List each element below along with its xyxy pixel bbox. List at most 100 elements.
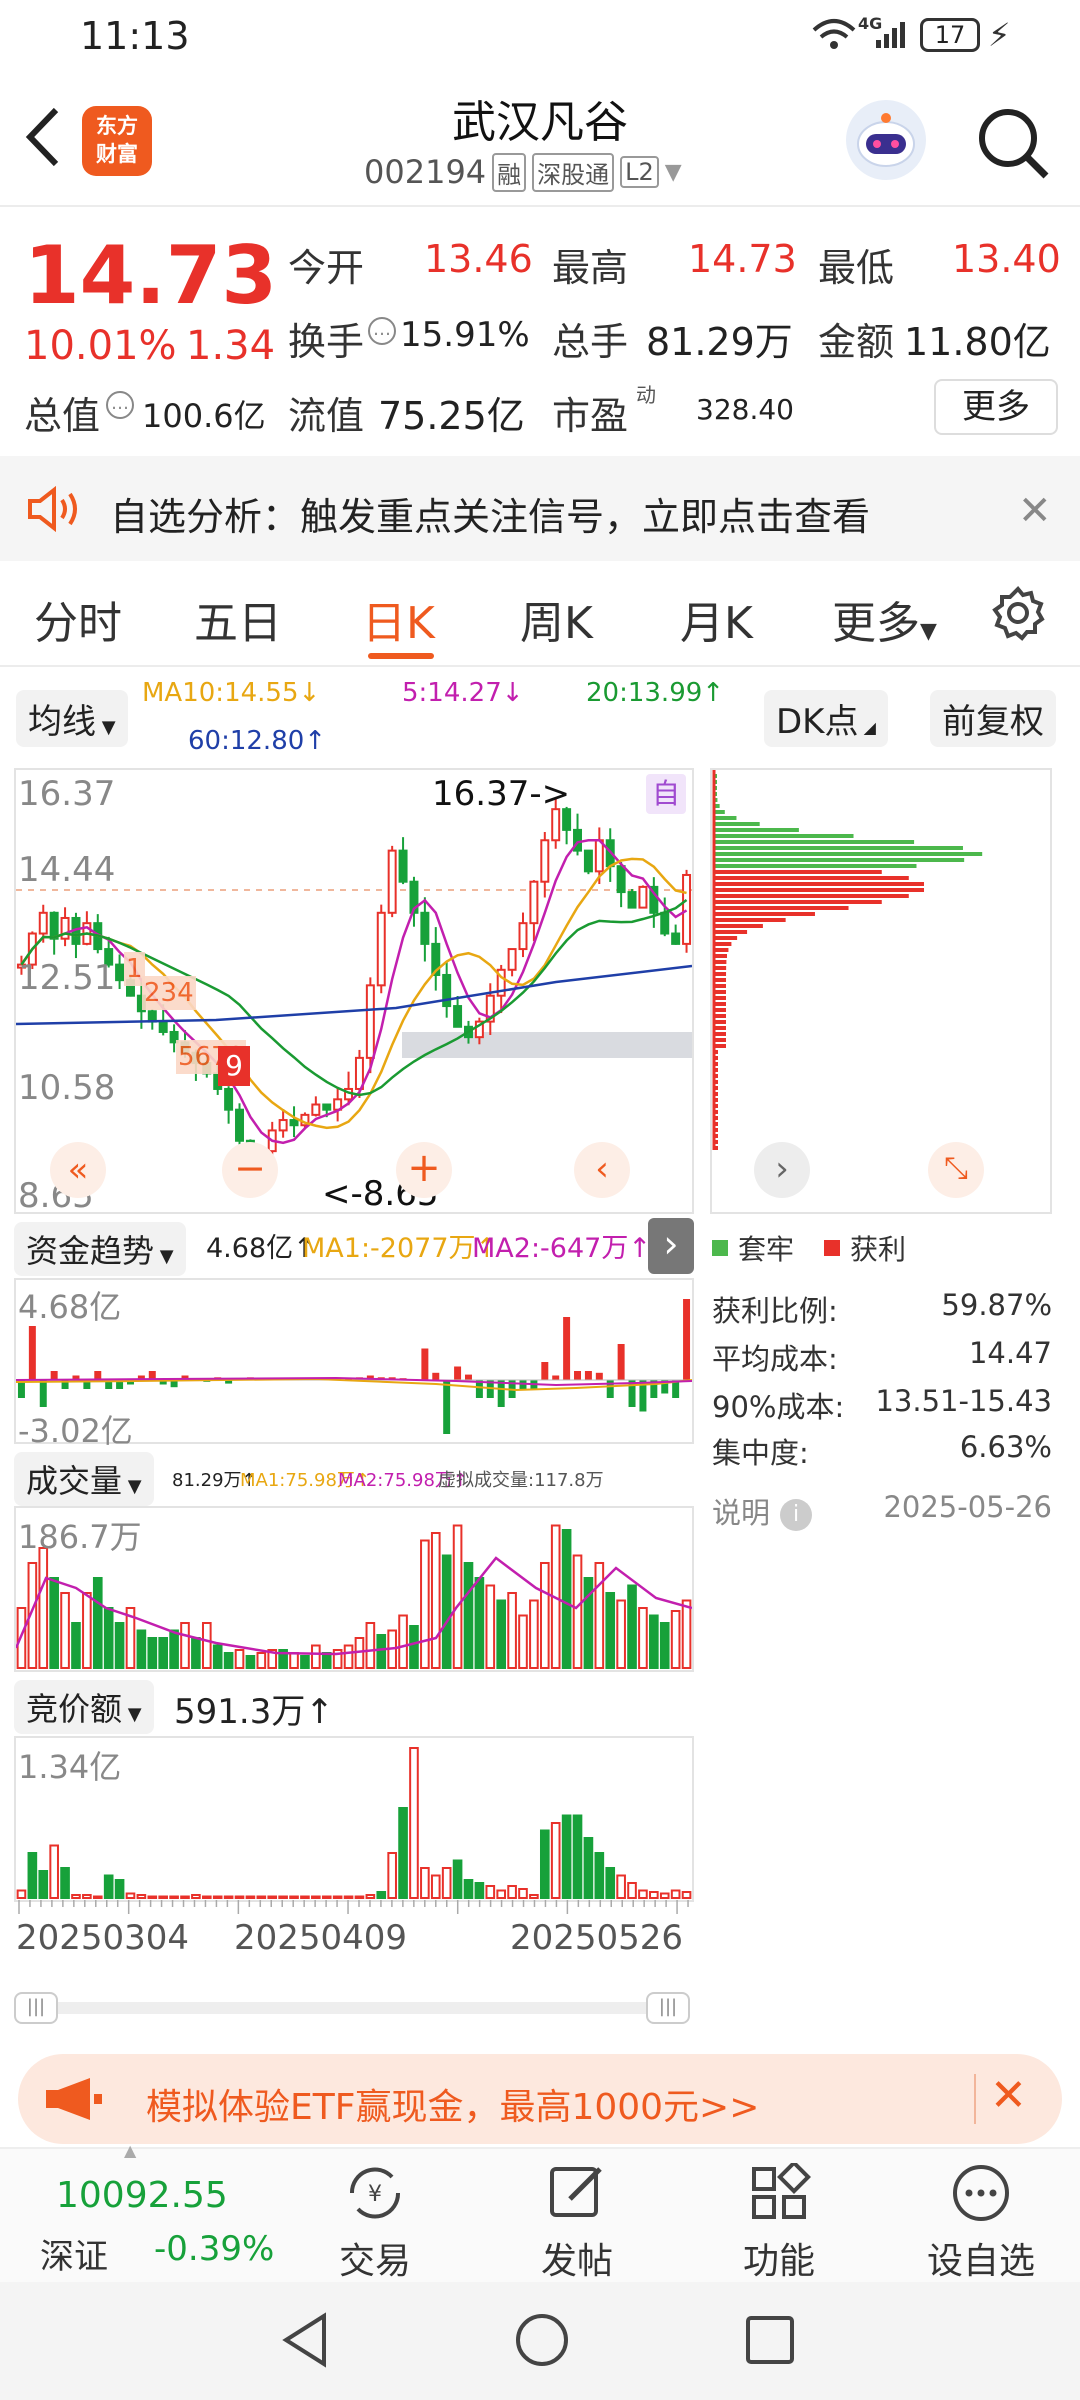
robot-avatar-icon[interactable] (846, 100, 926, 180)
scroll-left-fast-icon[interactable]: « (50, 1142, 106, 1198)
gear-icon[interactable] (990, 585, 1046, 645)
auction-bar (670, 1889, 681, 1899)
back-triangle-icon[interactable] (280, 2312, 330, 2372)
ad-banner[interactable]: 模拟体验ETF赢现金，最高1000元>> ✕ (18, 2054, 1062, 2144)
chip-bar (714, 936, 738, 940)
corner-caret-icon: ◢ (858, 718, 876, 737)
auction-bar (354, 1895, 365, 1899)
scroll-right-icon[interactable]: › (754, 1142, 810, 1198)
legend-swatch-locked (712, 1240, 728, 1256)
indicator-select[interactable]: 均线 ▼ (16, 690, 128, 747)
dk-point-button[interactable]: DK点 ◢ (764, 690, 888, 747)
recents-square-icon[interactable] (744, 2314, 796, 2370)
chip-bar (714, 924, 763, 928)
zoom-in-icon[interactable]: + (396, 1142, 452, 1198)
nav-add-watch-label: 设自选 (926, 2241, 1035, 2282)
index-name[interactable]: 深证 (40, 2229, 108, 2278)
amount-label: 金额 (818, 320, 895, 364)
volume-bar (441, 1554, 452, 1669)
volume-select[interactable]: 成交量 ▼ (14, 1452, 154, 1506)
volume-bar (49, 1577, 59, 1669)
close-icon[interactable]: ✕ (990, 2070, 1027, 2121)
auction-bar (550, 1822, 561, 1899)
adjust-button[interactable]: 前复权 (930, 690, 1056, 747)
volume-bar (147, 1637, 158, 1669)
auction-bar (256, 1895, 267, 1899)
tab-weekly-k[interactable]: 周K (520, 587, 593, 651)
signal-number: 1 (126, 954, 143, 984)
fund-trend-select[interactable]: 资金趋势 ▼ (14, 1222, 186, 1276)
more-info-icon[interactable]: … (368, 317, 396, 345)
fund-trend-chart: 4.68亿 -3.02亿 (14, 1278, 694, 1450)
signal-notice[interactable]: 自选分析：触发重点关注信号，立即点击查看 ✕ (0, 456, 1080, 561)
chip-note-row[interactable]: 说明 i 2025-05-26 (712, 1490, 1052, 1532)
y-tick: 4.68亿 (18, 1288, 122, 1326)
tab-intraday[interactable]: 分时 (34, 587, 122, 651)
status-bar: 11:13 4G 17 ⚡ (0, 0, 1080, 72)
volume-bar (223, 1652, 234, 1669)
volume-bar (605, 1592, 616, 1669)
expand-icon[interactable]: ⤡ (928, 1142, 984, 1198)
close-icon[interactable]: ✕ (1018, 488, 1052, 534)
volume-bar (561, 1529, 572, 1669)
scroll-left-icon[interactable]: ‹ (574, 1142, 630, 1198)
turnover-value: 15.91% (400, 315, 530, 355)
tab-daily-k[interactable]: 日K (362, 587, 435, 651)
fund-bar (574, 1371, 582, 1380)
volume-bar (82, 1592, 92, 1669)
change-percent: 10.01% (24, 323, 177, 369)
index-change[interactable]: -0.39% (154, 2229, 274, 2269)
tab-more[interactable]: 更多▼ (832, 587, 937, 651)
range-slider[interactable]: ||| ||| (14, 1986, 694, 2030)
x-date-label: 20250526 (510, 1918, 684, 1958)
mktcap-value: 100.6亿 (142, 397, 266, 435)
turnover-label: 换手 (288, 320, 365, 364)
nav-functions[interactable]: 功能 (704, 2149, 854, 2284)
kline-chart[interactable]: 16.37 14.44 12.51 10.58 8.65 16.37-> <-8… (14, 768, 694, 1216)
chip-bar (714, 834, 854, 838)
candle-body (682, 873, 692, 945)
more-button[interactable]: 更多 (934, 379, 1058, 435)
nav-add-watch[interactable]: 设自选 (906, 2149, 1056, 2284)
more-info-icon[interactable]: … (106, 391, 134, 419)
auction-select[interactable]: 竞价额 ▼ (14, 1680, 154, 1734)
index-value[interactable]: 10092.55 (56, 2175, 228, 2216)
auction-bar (103, 1874, 114, 1899)
stat-label: 获利比例: (712, 1294, 838, 1328)
range-handle-right[interactable]: ||| (646, 1992, 690, 2024)
search-icon[interactable] (976, 106, 1050, 184)
auto-label[interactable]: 自 (646, 774, 686, 814)
volume-bar (430, 1532, 441, 1669)
chevron-down-icon: ▼ (664, 159, 682, 185)
auction-bar (496, 1889, 507, 1899)
stat-value: 14.47 (968, 1336, 1052, 1370)
auction-bar (147, 1895, 158, 1899)
tab-monthly-k[interactable]: 月K (680, 587, 753, 651)
chip-date: 2025-05-26 (883, 1490, 1052, 1524)
auction-bar (485, 1885, 496, 1899)
clock: 11:13 (80, 14, 190, 58)
candle-body (507, 948, 517, 971)
stock-code-row[interactable]: 002194 融 深股通 L2 ▼ (364, 152, 682, 192)
grid-icon (752, 2160, 811, 2219)
expand-panel-icon[interactable]: › (648, 1218, 694, 1274)
volume-bar (474, 1577, 485, 1669)
zoom-out-icon[interactable]: − (222, 1142, 278, 1198)
nav-trade[interactable]: ¥ 交易 (300, 2149, 450, 2284)
auction-bar (441, 1867, 452, 1899)
volume-bar (529, 1599, 539, 1669)
range-handle-left[interactable]: ||| (14, 1992, 58, 2024)
auction-bar (191, 1894, 201, 1899)
volume-bar (649, 1614, 659, 1669)
auction-bar (409, 1747, 419, 1899)
auction-bar (430, 1874, 441, 1899)
home-circle-icon[interactable] (514, 2312, 570, 2372)
fund-bar (421, 1348, 429, 1380)
chip-bar (714, 1038, 726, 1042)
high-value: 14.73 (688, 237, 797, 281)
volume-bar (507, 1592, 517, 1669)
nav-post[interactable]: 发帖 (502, 2149, 652, 2284)
period-tabs: 分时 五日 日K 周K 月K 更多▼ (0, 561, 1080, 667)
info-icon: i (780, 1499, 813, 1531)
tab-five-day[interactable]: 五日 (194, 587, 282, 651)
